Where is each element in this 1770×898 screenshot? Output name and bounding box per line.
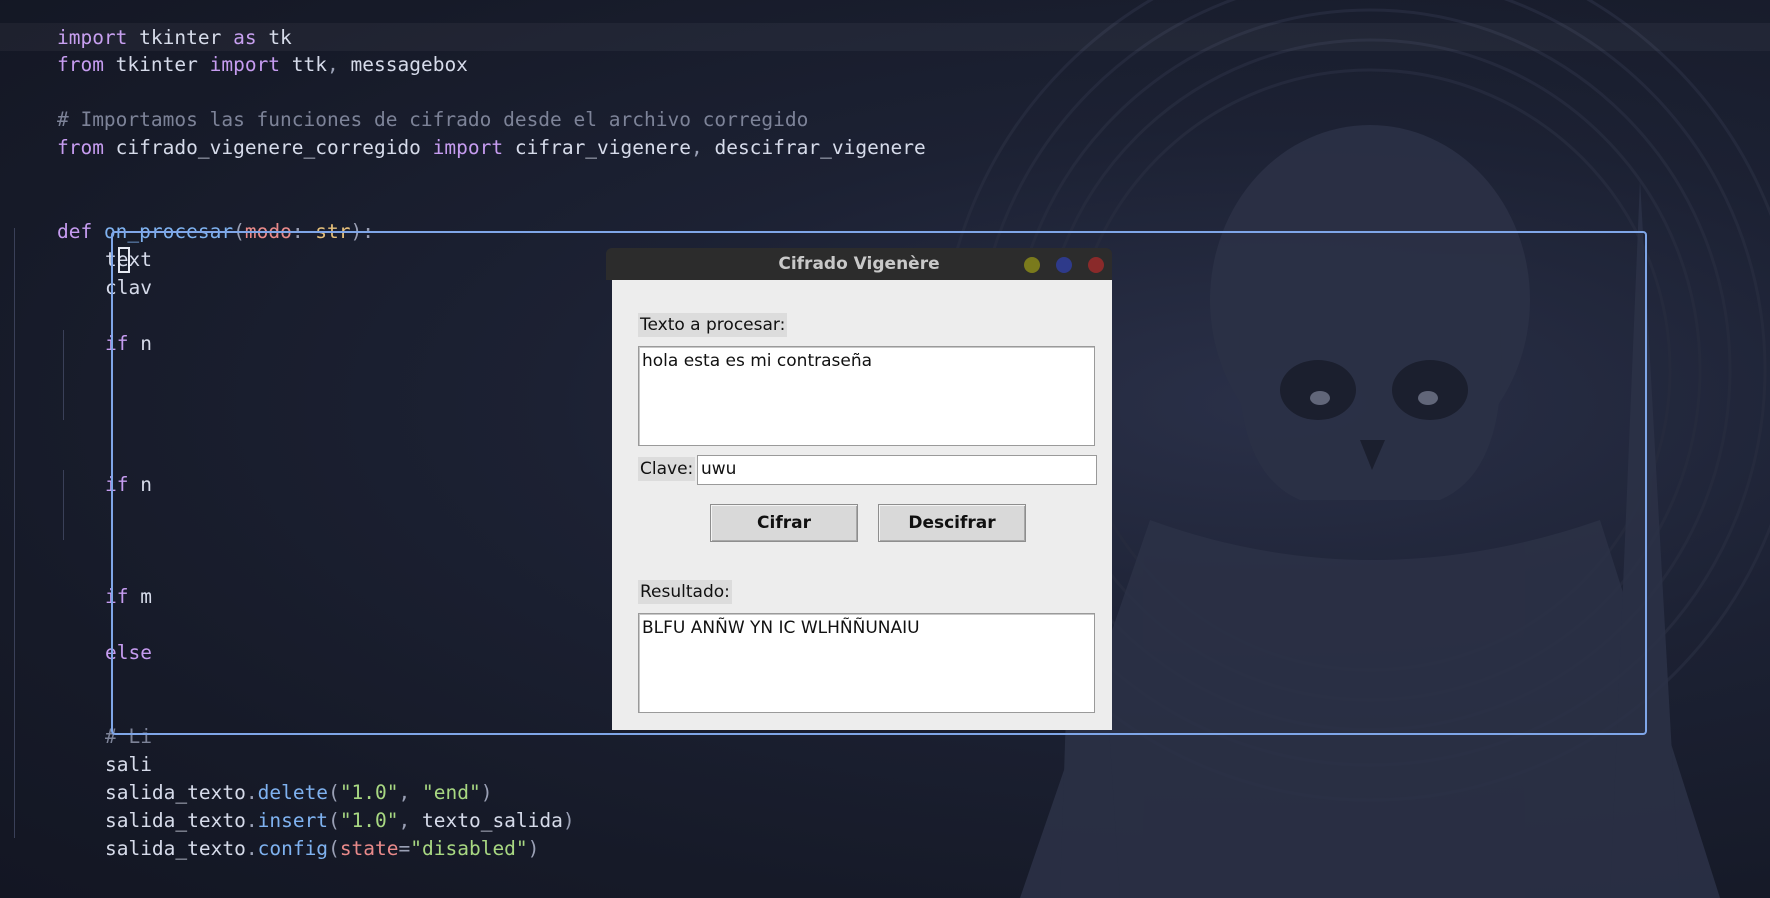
window-titlebar[interactable]: Cifrado Vigenère [606,248,1112,280]
code-line-5: from cifrado_vigenere_corregido import c… [56,136,926,159]
code-line-29: salida_texto.insert("1.0", texto_salida) [104,809,575,832]
decrypt-button[interactable]: Descifrar [878,504,1026,542]
key-label: Clave: [638,457,696,481]
input-text-label: Texto a procesar: [638,313,788,337]
window-title: Cifrado Vigenère [778,254,940,274]
result-label: Resultado: [638,580,732,604]
code-line-2-current: from tkinter import ttk, messagebox [0,23,1770,76]
encrypt-button[interactable]: Cifrar [710,504,858,542]
window-content: Texto a procesar: hola esta es mi contra… [612,280,1112,730]
key-input[interactable]: uwu [697,455,1097,485]
minimize-button[interactable] [1024,257,1040,273]
code-line-8: def on_procesar(modo: str): [56,220,375,243]
indent-guide [14,228,15,838]
code-line-1: import tkinter as tk [56,26,292,49]
code-line-28: salida_texto.delete("1.0", "end") [104,781,493,804]
code-line-30: salida_texto.config(state="disabled") [104,837,540,860]
result-textarea[interactable]: BLFU ANÑW YN IC WLHÑÑUNAIU [638,613,1095,713]
code-line-4: # Importamos las funciones de cifrado de… [56,108,809,131]
maximize-button[interactable] [1056,257,1072,273]
input-textarea[interactable]: hola esta es mi contraseña [638,346,1095,446]
text-cursor-block [118,247,130,273]
vigenere-window[interactable]: Cifrado Vigenère Texto a procesar: hola … [606,248,1112,730]
close-button[interactable] [1088,257,1104,273]
